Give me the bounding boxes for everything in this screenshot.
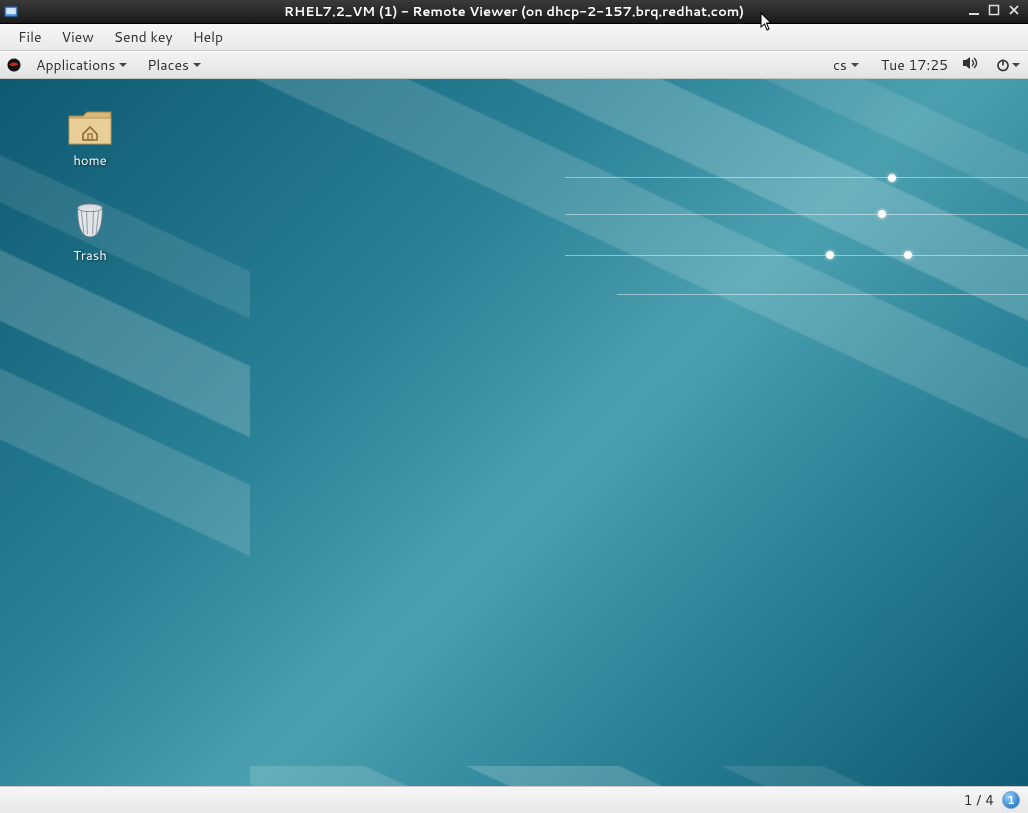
volume-icon[interactable] [962, 55, 980, 75]
menu-help[interactable]: Help [183, 23, 233, 51]
menu-send-key[interactable]: Send key [104, 23, 183, 51]
places-menu[interactable]: Places [139, 52, 209, 78]
trash-icon [66, 199, 114, 243]
wallpaper-dot [888, 174, 896, 182]
wallpaper-line [565, 214, 1028, 215]
menu-file[interactable]: File [8, 23, 52, 51]
maximize-icon[interactable] [988, 3, 1000, 20]
keyboard-layout-indicator[interactable]: cs [825, 52, 867, 78]
workspace-switcher[interactable]: 1 [1002, 791, 1020, 809]
wallpaper-dot [878, 210, 886, 218]
wallpaper-line [565, 255, 1028, 256]
menu-view[interactable]: View [52, 23, 104, 51]
power-icon [996, 58, 1010, 72]
applications-label: Applications [36, 55, 115, 75]
power-menu[interactable] [994, 55, 1022, 75]
chevron-down-icon [851, 61, 859, 69]
window-titlebar[interactable]: RHEL7.2_VM (1) - Remote Viewer (on dhcp-… [0, 0, 1028, 24]
close-icon[interactable] [1008, 3, 1020, 20]
wallpaper-dot [826, 251, 834, 259]
folder-home-icon [66, 104, 114, 148]
chevron-down-icon [119, 61, 127, 69]
desktop[interactable]: home Trash [0, 79, 1028, 786]
desktop-icon-home[interactable]: home [50, 104, 130, 170]
workspace-count: 1 / 4 [964, 790, 994, 810]
wallpaper-line [565, 177, 1028, 178]
chevron-down-icon [1012, 61, 1020, 69]
workspace-current: 1 [1007, 792, 1015, 808]
gnome-top-panel: Applications Places cs Tue 17:25 [0, 51, 1028, 79]
window-title: RHEL7.2_VM (1) - Remote Viewer (on dhcp-… [0, 3, 1028, 21]
desktop-icon-label: Trash [50, 247, 130, 265]
remote-viewer-menubar: File View Send key Help [0, 24, 1028, 51]
minimize-icon[interactable] [968, 3, 980, 20]
footer-bar: 1 / 4 1 [0, 786, 1028, 813]
wallpaper-dot [904, 251, 912, 259]
keyboard-layout-label: cs [833, 55, 847, 75]
applications-menu[interactable]: Applications [28, 52, 135, 78]
wallpaper-line [617, 294, 1028, 295]
clock[interactable]: Tue 17:25 [881, 55, 948, 75]
places-label: Places [147, 55, 189, 75]
wallpaper-decoration [0, 79, 1028, 786]
window-controls [968, 3, 1028, 20]
desktop-icon-label: home [50, 152, 130, 170]
desktop-icon-trash[interactable]: Trash [50, 199, 130, 265]
chevron-down-icon [193, 61, 201, 69]
app-icon [4, 5, 18, 19]
redhat-logo-icon [6, 57, 22, 73]
